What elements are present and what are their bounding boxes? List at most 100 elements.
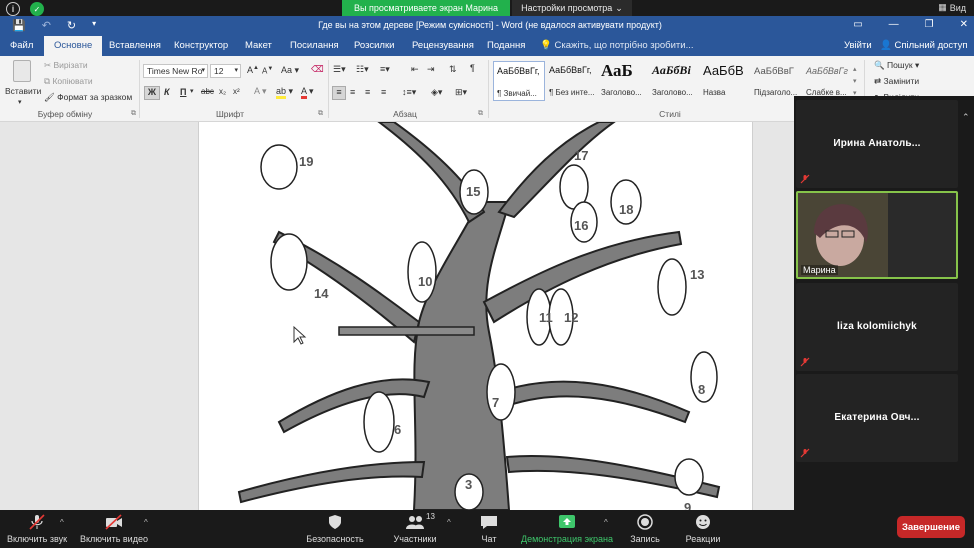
end-meeting-button[interactable]: Завершение [897, 516, 965, 538]
unmute-button[interactable]: Включить звук [4, 510, 70, 548]
paste-button[interactable]: Вставити ▾ [4, 60, 41, 108]
style-no-spacing[interactable]: АаБбВвГг, ¶ Без инте... [546, 61, 598, 101]
security-button[interactable]: Безопасность [304, 510, 366, 548]
tab-file[interactable]: Файл [10, 40, 33, 51]
style-subtle-emphasis[interactable]: АаБбВвГг Слабке в... [803, 61, 851, 101]
ribbon-display-icon[interactable]: ▭ [853, 19, 862, 30]
document-page[interactable]: 19 15 17 16 18 14 10 13 11 12 8 7 6 3 9 [198, 122, 753, 510]
shading-icon[interactable]: ◈▾ [431, 87, 442, 98]
style-normal[interactable]: АаБбВвГг, ¶ Звичай... [493, 61, 545, 101]
pilcrow-icon[interactable]: ¶ [470, 63, 475, 73]
justify-icon[interactable]: ≡ [381, 87, 386, 97]
italic-button[interactable]: К [164, 87, 170, 97]
grow-font-icon[interactable]: A▲ [247, 65, 259, 75]
document-area[interactable]: 19 15 17 16 18 14 10 13 11 12 8 7 6 3 9 [0, 122, 794, 510]
view-settings-button[interactable]: Настройки просмотра ⌄ [512, 0, 632, 16]
save-icon[interactable]: 💾 [12, 19, 26, 32]
info-icon[interactable]: i [6, 2, 20, 16]
increase-indent-icon[interactable]: ⇥ [427, 64, 435, 75]
restore-icon[interactable]: ❐ [925, 19, 934, 30]
start-video-button[interactable]: Включить видео [78, 510, 150, 548]
copy-button[interactable]: ⧉ Копіювати [44, 76, 93, 87]
styles-scroll[interactable]: ▴ ▾ ▾ [853, 64, 857, 100]
style-title[interactable]: АаБбВ Назва [700, 61, 752, 101]
copy-icon: ⧉ [44, 76, 51, 86]
align-left-icon[interactable]: ≡ [332, 86, 346, 100]
tell-me-box[interactable]: 💡 Скажіть, що потрібно зробити... [540, 40, 694, 51]
style-subtitle[interactable]: АаБбВвГ Підзаголо... [751, 61, 803, 101]
decrease-indent-icon[interactable]: ⇤ [411, 64, 419, 75]
share-screen-button[interactable]: Демонстрация экрана [520, 510, 614, 548]
multilevel-list-icon[interactable]: ≡▾ [380, 64, 390, 75]
record-button[interactable]: Запись [624, 510, 666, 548]
participant-tile[interactable]: liza kolomiichyk [796, 283, 958, 371]
superscript-icon[interactable]: x² [233, 87, 240, 96]
change-case-icon[interactable]: Aa ▾ [281, 65, 299, 76]
chevron-up-icon[interactable]: ^ [144, 518, 148, 527]
text-effects-icon[interactable]: A ▾ [254, 86, 267, 97]
tree-platform [338, 326, 475, 336]
participant-name: Ирина Анатоль... [833, 138, 921, 149]
font-size-field[interactable]: 12 ▾ [210, 64, 241, 78]
align-center-icon[interactable]: ≡ [350, 87, 355, 97]
tab-mailings[interactable]: Розсилки [354, 40, 394, 51]
share-button[interactable]: 👤 Спільний доступ [880, 40, 968, 51]
mouse-cursor-icon [293, 325, 307, 345]
clear-formatting-icon[interactable]: ⌫ [311, 64, 324, 75]
format-painter-button[interactable]: 🖌 Формат за зразком [44, 92, 132, 103]
underline-button[interactable]: П [180, 87, 186, 97]
align-right-icon[interactable]: ≡ [365, 87, 370, 97]
participant-tile[interactable]: Ирина Анатоль... [796, 100, 958, 188]
tab-design[interactable]: Конструктор [174, 40, 228, 51]
participant-tile[interactable]: Екатерина Овч... [796, 374, 958, 462]
numbering-icon[interactable]: ☷▾ [356, 64, 369, 75]
mic-muted-icon [800, 174, 810, 184]
tab-home[interactable]: Основне [44, 36, 103, 56]
style-heading-2[interactable]: АаБбВі Заголово... [649, 61, 701, 101]
sort-icon[interactable]: ⇅ [449, 64, 457, 75]
shield-icon[interactable]: ✓ [30, 2, 44, 16]
view-button[interactable]: ▦ Вид [938, 2, 966, 13]
participant-video-tile[interactable]: Марина [796, 191, 958, 279]
highlight-icon[interactable]: ab ▾ [276, 86, 293, 99]
customize-qat-icon[interactable]: ▾ [92, 19, 96, 32]
replace-button[interactable]: ⇄ Замінити [874, 76, 919, 87]
strikethrough-icon[interactable]: abc [201, 87, 214, 96]
divider [139, 60, 140, 118]
chevron-up-icon[interactable]: ^ [447, 518, 451, 527]
subscript-icon[interactable]: x₂ [219, 87, 226, 96]
record-icon [637, 514, 653, 530]
view-label: Вид [949, 2, 966, 13]
font-name-field[interactable]: Times New Ro ▾ [143, 64, 208, 78]
shrink-font-icon[interactable]: A▼ [262, 66, 273, 76]
tab-references[interactable]: Посилання [290, 40, 339, 51]
tab-layout[interactable]: Макет [245, 40, 272, 51]
minimize-icon[interactable]: — [889, 19, 899, 30]
close-icon[interactable]: ✕ [960, 19, 968, 30]
chat-button[interactable]: Чат [470, 510, 508, 548]
style-heading-1[interactable]: АаБ Заголово... [598, 61, 650, 101]
reactions-button[interactable]: Реакции [680, 510, 726, 548]
bold-button[interactable]: Ж [144, 86, 160, 100]
replace-label: Замінити [883, 76, 920, 86]
style-preview: АаБбВвГ [754, 66, 794, 77]
chevron-up-icon[interactable]: ^ [60, 518, 64, 527]
line-spacing-icon[interactable]: ↕≡▾ [402, 87, 416, 98]
tab-view[interactable]: Подання [487, 40, 525, 51]
dialog-launcher-icon[interactable]: ⧉ [478, 110, 483, 118]
find-button[interactable]: 🔍 Пошук ▾ [874, 60, 919, 71]
undo-icon[interactable]: ↶ [42, 19, 51, 32]
dialog-launcher-icon[interactable]: ⧉ [318, 110, 323, 118]
cut-button[interactable]: ✂ Вирізати [44, 60, 88, 71]
chevron-down-icon[interactable]: ▾ [190, 87, 194, 95]
redo-icon[interactable]: ↻ [67, 19, 76, 32]
bullets-icon[interactable]: ☰▾ [333, 64, 346, 75]
dialog-launcher-icon[interactable]: ⧉ [131, 110, 136, 118]
tab-insert[interactable]: Вставлення [109, 40, 161, 51]
chevron-up-icon[interactable]: ⌃ [962, 112, 970, 123]
borders-icon[interactable]: ⊞▾ [455, 87, 467, 98]
tab-review[interactable]: Рецензування [412, 40, 474, 51]
chevron-up-icon[interactable]: ^ [604, 518, 608, 527]
sign-in-link[interactable]: Увійти [844, 40, 872, 51]
font-color-icon[interactable]: A ▾ [301, 86, 314, 99]
